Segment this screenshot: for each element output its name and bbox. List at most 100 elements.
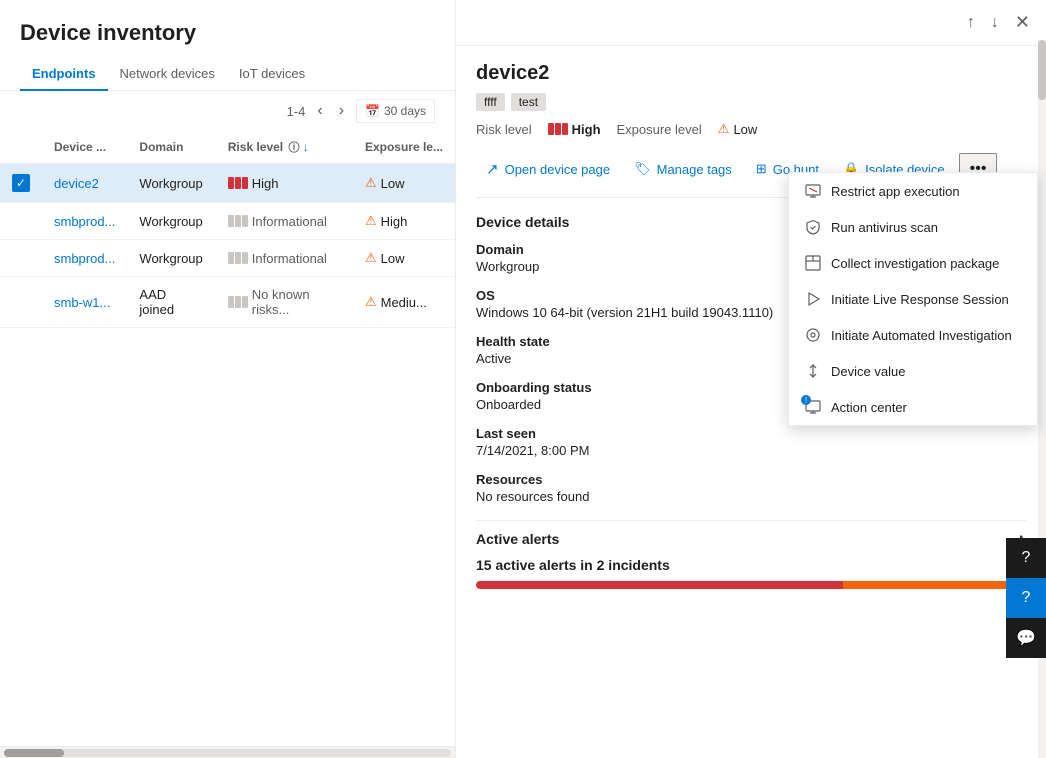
tab-endpoints[interactable]: Endpoints bbox=[20, 58, 108, 91]
left-panel: Device inventory Endpoints Network devic… bbox=[0, 0, 456, 758]
date-label: 30 days bbox=[384, 104, 426, 118]
table-row[interactable]: smb-w1... AAD joined No known risks... bbox=[0, 277, 455, 328]
automated-investigation-button[interactable]: Initiate Automated Investigation bbox=[789, 317, 1037, 353]
action-center-label: Action center bbox=[831, 400, 907, 415]
chat-button[interactable]: 💬 bbox=[1006, 618, 1046, 658]
alerts-header[interactable]: Active alerts ∧ bbox=[476, 520, 1026, 557]
live-response-button[interactable]: Initiate Live Response Session bbox=[789, 281, 1037, 317]
row-checkbox[interactable] bbox=[0, 164, 42, 203]
open-device-icon: ↗ bbox=[486, 160, 499, 178]
col-exposure: Exposure le... bbox=[353, 131, 455, 164]
col-risk[interactable]: Risk level ⓘ ↓ bbox=[216, 131, 353, 164]
risk-bar-2 bbox=[235, 296, 241, 308]
prev-button[interactable]: ‹ bbox=[313, 100, 326, 122]
collect-package-button[interactable]: Collect investigation package bbox=[789, 245, 1037, 281]
page-title: Device inventory bbox=[0, 0, 455, 58]
sort-icon: ↓ bbox=[303, 140, 309, 154]
tab-iot-devices[interactable]: IoT devices bbox=[227, 58, 317, 91]
exposure-cell: ⚠ Low bbox=[353, 164, 455, 203]
panel-header: ↑ ↓ ✕ bbox=[456, 0, 1046, 46]
open-device-page-button[interactable]: ↗ Open device page bbox=[476, 154, 620, 184]
device-name-cell: smbprod... bbox=[42, 240, 127, 277]
resources-detail: Resources No resources found bbox=[476, 472, 1026, 504]
panel-close-button[interactable]: ✕ bbox=[1011, 8, 1034, 37]
automated-investigation-label: Initiate Automated Investigation bbox=[831, 328, 1012, 343]
panel-next-button[interactable]: ↓ bbox=[987, 8, 1003, 37]
risk-bar-1 bbox=[228, 296, 234, 308]
device-value-label: Device value bbox=[831, 364, 905, 379]
alert-bar-high bbox=[476, 581, 843, 589]
device-name-cell: device2 bbox=[42, 164, 127, 203]
exposure-cell: ⚠ Low bbox=[353, 240, 455, 277]
tags-container: ffff test bbox=[476, 93, 1026, 111]
risk-bar-3 bbox=[242, 296, 248, 308]
last-seen-detail: Last seen 7/14/2021, 8:00 PM bbox=[476, 426, 1026, 458]
domain-cell: Workgroup bbox=[127, 240, 215, 277]
risk-bar-2 bbox=[235, 177, 241, 189]
warning-icon: ⚠ bbox=[365, 175, 377, 191]
scroll-thumb bbox=[4, 749, 64, 757]
play-icon bbox=[805, 291, 821, 307]
restrict-app-icon bbox=[805, 183, 821, 199]
device-name-cell: smbprod... bbox=[42, 203, 127, 240]
risk-bar-1 bbox=[228, 215, 234, 227]
tab-network-devices[interactable]: Network devices bbox=[108, 58, 227, 91]
floating-buttons: ? ? 💬 bbox=[1006, 538, 1046, 658]
device-detail-panel: ↑ ↓ ✕ device2 ffff test Risk level bbox=[456, 0, 1046, 758]
checkbox-checked-icon bbox=[12, 174, 30, 192]
restrict-app-button[interactable]: Restrict app execution bbox=[789, 173, 1037, 209]
domain-cell: Workgroup bbox=[127, 203, 215, 240]
risk-bar-1 bbox=[228, 177, 234, 189]
arrows-updown-icon bbox=[805, 363, 821, 379]
risk-bars-info bbox=[228, 215, 248, 227]
help-button-1[interactable]: ? bbox=[1006, 538, 1046, 578]
collect-package-label: Collect investigation package bbox=[831, 256, 999, 271]
horizontal-scrollbar[interactable] bbox=[0, 746, 455, 758]
date-filter-button[interactable]: 📅 30 days bbox=[356, 99, 435, 123]
action-center-icon-wrapper: ! bbox=[805, 399, 821, 415]
risk-bar-3 bbox=[242, 215, 248, 227]
tag-test: test bbox=[511, 93, 546, 111]
table-row[interactable]: smbprod... Workgroup Informational bbox=[0, 203, 455, 240]
table-row[interactable]: smbprod... Workgroup Informational bbox=[0, 240, 455, 277]
panel-device-name: device2 bbox=[476, 62, 1026, 85]
row-checkbox[interactable] bbox=[0, 277, 42, 328]
calendar-icon: 📅 bbox=[365, 104, 380, 118]
device-table: Device ... Domain Risk level ⓘ ↓ Exposur… bbox=[0, 131, 455, 746]
risk-cell: No known risks... bbox=[216, 277, 353, 328]
row-checkbox[interactable] bbox=[0, 203, 42, 240]
question-icon-1: ? bbox=[1022, 549, 1031, 567]
manage-tags-button[interactable]: 🏷 Manage tags bbox=[624, 155, 742, 183]
hunt-icon: ⊞ bbox=[756, 161, 767, 177]
exposure-cell: ⚠ Mediu... bbox=[353, 277, 455, 328]
run-antivirus-button[interactable]: Run antivirus scan bbox=[789, 209, 1037, 245]
row-checkbox[interactable] bbox=[0, 240, 42, 277]
exposure-warning-icon: ⚠ bbox=[718, 121, 730, 137]
exposure-cell: ⚠ High bbox=[353, 203, 455, 240]
device-name-cell: smb-w1... bbox=[42, 277, 127, 328]
next-button[interactable]: › bbox=[335, 100, 348, 122]
risk-info-icon[interactable]: ⓘ bbox=[288, 142, 299, 154]
run-antivirus-label: Run antivirus scan bbox=[831, 220, 938, 235]
notification-badge: ! bbox=[801, 395, 811, 405]
scroll-thumb bbox=[1038, 40, 1046, 100]
device-value-button[interactable]: Device value bbox=[789, 353, 1037, 389]
action-center-button[interactable]: ! Action center bbox=[789, 389, 1037, 425]
scroll-track bbox=[4, 749, 451, 757]
panel-prev-button[interactable]: ↑ bbox=[963, 8, 979, 37]
dropdown-menu: Restrict app execution Run antivirus sca… bbox=[788, 172, 1038, 426]
panel-risk-bars bbox=[548, 123, 568, 135]
help-button-2[interactable]: ? bbox=[1006, 578, 1046, 618]
tabs-bar: Endpoints Network devices IoT devices bbox=[0, 58, 455, 91]
risk-bar-2 bbox=[235, 252, 241, 264]
package-icon bbox=[805, 255, 821, 271]
table-row[interactable]: device2 Workgroup High bbox=[0, 164, 455, 203]
domain-cell: AAD joined bbox=[127, 277, 215, 328]
risk-cell: Informational bbox=[216, 240, 353, 277]
risk-bars-info bbox=[228, 252, 248, 264]
risk-bar-1 bbox=[228, 252, 234, 264]
question-icon-2: ? bbox=[1022, 589, 1031, 607]
alerts-count: 15 active alerts in 2 incidents bbox=[476, 557, 1026, 573]
alert-severity-bar bbox=[476, 581, 1026, 589]
restrict-app-label: Restrict app execution bbox=[831, 184, 960, 199]
